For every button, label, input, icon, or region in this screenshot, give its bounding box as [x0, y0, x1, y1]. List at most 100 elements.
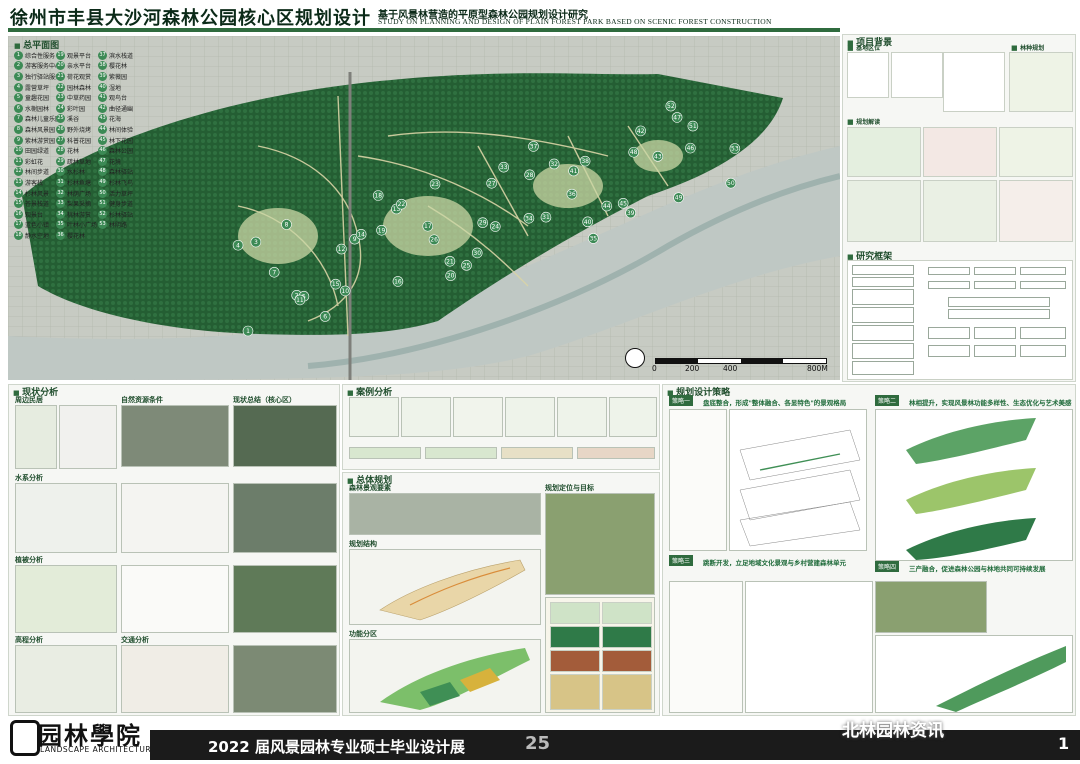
legend-item: 8 森林风景园 — [14, 124, 56, 135]
legend-number-marker: 4 — [14, 82, 23, 92]
strategy-3-tag: 策略三 — [669, 555, 694, 566]
park-node-number: 12 — [338, 246, 346, 253]
strategy-1-tag: 策略一 — [669, 395, 694, 406]
legend-item: 38 樱花林 — [98, 61, 140, 72]
legend-label: 水榭园林 — [25, 105, 50, 113]
legend-number-marker: 22 — [56, 82, 65, 92]
legend-item: 10 田园绿道 — [14, 145, 56, 156]
park-node-number: 17 — [424, 223, 432, 230]
forest-plan-map — [1009, 52, 1073, 112]
legend-item: 44 林间体验 — [98, 124, 140, 135]
park-node-number: 52 — [667, 103, 675, 110]
legend-label: 水杉林 — [67, 169, 86, 177]
legend-number-marker: 30 — [56, 167, 65, 177]
legend-item: 3 独行驿站服务 — [14, 71, 61, 82]
legend-label: 林间步道 — [25, 169, 50, 177]
legend-label: 紫薇园 — [109, 73, 128, 81]
legend-number-marker: 14 — [14, 188, 23, 198]
case-summary-4 — [577, 447, 655, 459]
legend-number-marker: 34 — [56, 209, 65, 219]
planning-map-4 — [847, 180, 921, 242]
park-node-number: 36 — [568, 191, 576, 198]
park-node-number: 27 — [488, 180, 496, 187]
park-node-number: 10 — [341, 288, 349, 295]
positioning-photos — [545, 493, 655, 595]
park-node-number: 4 — [236, 242, 240, 249]
legend-item: 21 荷花观赏 — [56, 71, 98, 82]
legend-label: 花林 — [67, 148, 80, 156]
legend-label: 花海 — [109, 116, 122, 124]
strategy-3-circles — [669, 581, 743, 713]
legend-number-marker: 27 — [56, 135, 65, 145]
case-map-3 — [453, 397, 503, 437]
strategy-4-tag: 策略四 — [875, 561, 900, 572]
legend-number-marker: 1 — [14, 50, 23, 60]
legend-item: 25 溪谷 — [56, 114, 98, 125]
legend-label: 杉林飞鸟 — [109, 179, 134, 187]
status-item-1: 自然资源条件 — [121, 396, 163, 404]
park-node-number: 50 — [727, 180, 735, 187]
case-summary-1 — [349, 447, 421, 459]
status-item-2: 现状总结（核心区） — [233, 396, 296, 404]
legend-item: 40 湿地 — [98, 82, 140, 93]
planning-map-6 — [999, 180, 1073, 242]
forest-landscape-photos — [349, 493, 541, 535]
legend-number-marker: 45 — [98, 135, 107, 145]
legend-label: 游客栈 — [25, 179, 44, 187]
strategy-1-text-block — [669, 409, 727, 551]
park-node-number: 46 — [687, 145, 695, 152]
park-node-number: 49 — [675, 195, 683, 202]
legend-number-marker: 40 — [98, 82, 107, 92]
case-summary-2 — [425, 447, 497, 459]
park-node-number: 23 — [431, 181, 439, 188]
park-node-number: 44 — [603, 203, 611, 210]
park-node-number: 30 — [473, 250, 481, 257]
legend-item: 45 林下花园 — [98, 135, 140, 146]
legend-number-marker: 2 — [14, 61, 23, 71]
legend-item: 28 花林 — [56, 145, 98, 156]
legend-item: 29 疏林草地 — [56, 156, 98, 167]
legend-number-marker: 37 — [98, 50, 107, 60]
legend-item: 42 曲径通幽 — [98, 103, 140, 114]
legend-label: 蓝色小镇 — [25, 222, 50, 230]
legend-item: 9 紫林游赏园 — [14, 135, 56, 146]
location-map-china — [847, 52, 889, 98]
park-node-number: 14 — [357, 231, 365, 238]
legend-item: 5 童趣花园 — [14, 92, 56, 103]
status-summary-photos — [233, 405, 337, 467]
case-summary-3 — [501, 447, 573, 459]
park-node-number: 31 — [542, 214, 550, 221]
park-node-number: 35 — [589, 235, 597, 242]
scale-bar: 0 200 400 800M — [625, 348, 835, 373]
title-divider — [8, 28, 840, 32]
park-node-number: 6 — [323, 313, 327, 320]
legend-number-marker: 20 — [56, 61, 65, 71]
legend-number-marker: 25 — [56, 114, 65, 124]
legend-number-marker: 8 — [14, 124, 23, 134]
legend-number-marker: 18 — [14, 230, 23, 240]
status-item-4: 植被分析 — [15, 556, 43, 564]
status-item-6: 交通分析 — [121, 636, 149, 644]
park-node-number: 39 — [627, 210, 635, 217]
legend-item: 33 梨果采摘 — [56, 198, 98, 209]
legend-number-marker: 50 — [98, 188, 107, 198]
legend-item: 7 森林儿童乐园 — [14, 114, 61, 125]
legend-item: 14 杉林风景 — [14, 188, 56, 199]
legend-number-marker: 12 — [14, 167, 23, 177]
strategy-1-axonometric — [729, 409, 867, 551]
legend-number-marker: 48 — [98, 167, 107, 177]
legend-item: 12 林间步道 — [14, 167, 56, 178]
legend-number-marker: 51 — [98, 199, 107, 209]
footer: 园林學院 LANDSCAPE ARCHITECTURE SCHOOL 2022 … — [0, 716, 1080, 764]
case-map-1 — [349, 397, 399, 437]
overall-item-0: 森林景观要素 — [349, 484, 391, 492]
legend-label: 童趣花园 — [25, 95, 50, 103]
legend-label: 花境 — [109, 158, 122, 166]
legend-item: 39 紫薇园 — [98, 71, 140, 82]
park-node-number: 48 — [630, 149, 638, 156]
school-logo-icon — [10, 720, 40, 756]
park-node-number: 8 — [285, 222, 289, 229]
exhibition-title: 2022 届风景园林专业硕士毕业设计展 — [208, 738, 465, 756]
planning-map-5 — [923, 180, 997, 242]
legend-label: 苍景栈道 — [25, 201, 50, 209]
